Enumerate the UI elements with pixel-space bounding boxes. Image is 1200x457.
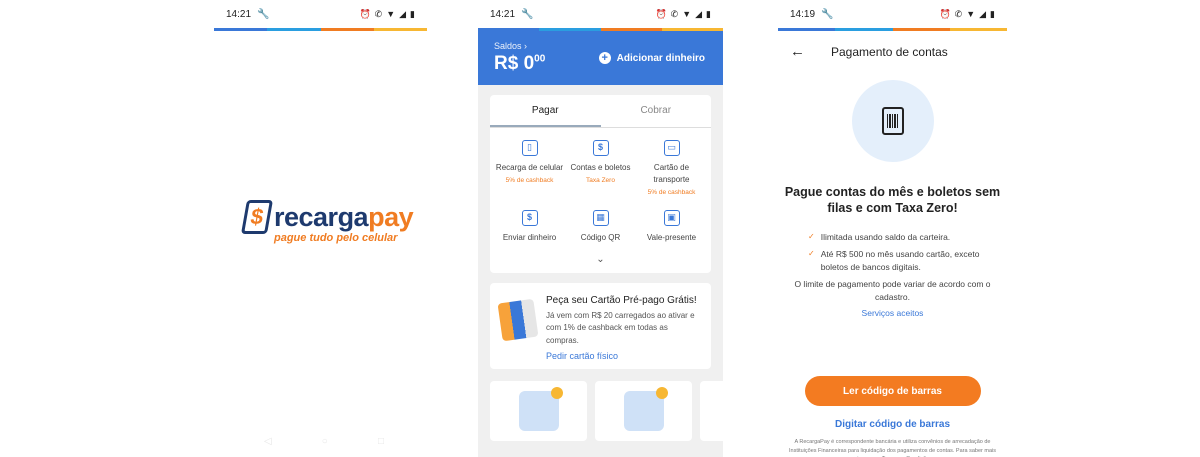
- add-money-label: Adicionar dinheiro: [616, 52, 705, 64]
- brand-stripe: [214, 28, 427, 31]
- person-coins-icon: [518, 386, 563, 431]
- limit-note: O limite de pagamento pode variar de aco…: [794, 279, 991, 303]
- services-card: Pagar Cobrar ▯ Recarga de celular 5% de …: [490, 95, 711, 273]
- status-bar: 14:21 🔧 ⏰ ✆ ▼ ◢ ▮: [478, 0, 723, 28]
- call-icon: ✆: [954, 8, 963, 19]
- recents-nav-icon[interactable]: □: [378, 436, 384, 447]
- check-icon: ✓: [808, 231, 815, 241]
- splash-screen: 14:21 🔧 ⏰ ✆ ▼ ◢ ▮ $ recargapay pague tudo pel…: [214, 0, 427, 457]
- page-title: Pagamento de contas: [831, 44, 948, 59]
- bill-icon: $: [592, 140, 609, 156]
- add-money-button[interactable]: + Adicionar dinheiro: [598, 52, 705, 64]
- barcode-hero: [851, 80, 934, 162]
- balance-label: Saldos ›: [494, 41, 528, 51]
- service-contas-boletos[interactable]: $ Contas e boletos Taxa Zero: [565, 138, 636, 208]
- phone-icon: ▯: [521, 140, 538, 156]
- service-recarga-celular[interactable]: ▯ Recarga de celular 5% de cashback: [494, 138, 565, 208]
- battery-icon: ▮: [706, 8, 711, 19]
- home-nav-icon[interactable]: ○: [322, 436, 328, 447]
- send-money-icon: $: [521, 209, 538, 226]
- service-vale-presente[interactable]: ▣ Vale-presente: [636, 208, 707, 254]
- benefit-list: ✓ Ilimitada usando saldo da carteira. ✓ At…: [808, 231, 1007, 275]
- wrench-icon: 🔧: [257, 8, 270, 20]
- chevron-down-icon[interactable]: ⌄: [490, 254, 711, 273]
- feature-tile-more[interactable]: [700, 380, 723, 441]
- battery-icon: ▮: [990, 8, 995, 19]
- home-screen: 14:21 🔧 ⏰ ✆ ▼ ◢ ▮ Saldos › R$ 000 + Adicionar…: [478, 0, 723, 457]
- qr-code-icon: ▦: [592, 209, 609, 226]
- signal-icon: ◢: [695, 8, 703, 19]
- promo-title: Peça seu Cartão Pré-pago Grátis!: [546, 294, 697, 306]
- balance-amount: R$ 000: [494, 53, 546, 74]
- battery-icon: ▮: [410, 8, 415, 19]
- tab-cobrar[interactable]: Cobrar: [601, 95, 712, 127]
- balance-header: Saldos › R$ 000 + Adicionar dinheiro: [478, 31, 723, 85]
- feature-tile-cashback[interactable]: [490, 380, 587, 441]
- legal-disclaimer: A RecargaPay é correspondente bancária e…: [789, 439, 996, 457]
- benefit-item: ✓ Ilimitada usando saldo da carteira.: [808, 231, 1007, 244]
- call-icon: ✆: [374, 8, 383, 19]
- call-icon: ✆: [670, 8, 679, 19]
- chevron-right-icon: ›: [524, 41, 528, 51]
- barcode-icon: [881, 107, 904, 135]
- wrench-icon: 🔧: [521, 8, 534, 20]
- tab-pagar[interactable]: Pagar: [490, 95, 601, 127]
- back-nav-icon[interactable]: ◁: [264, 436, 272, 447]
- feature-tile-transfer[interactable]: [595, 380, 692, 441]
- promo-body: Já vem com R$ 20 carregados ao ativar e …: [546, 310, 695, 345]
- brand-stripe: [478, 28, 723, 31]
- hero-heading: Pague contas do mês e boletos sem filas …: [784, 185, 1001, 216]
- order-card-link[interactable]: Pedir cartão físico: [546, 351, 701, 361]
- scan-barcode-button[interactable]: Ler código de barras: [804, 376, 981, 407]
- tab-bar: Pagar Cobrar: [490, 95, 711, 128]
- phone-transfer-icon: [623, 386, 668, 431]
- promo-card: Peça seu Cartão Pré-pago Grátis! Já vem …: [490, 282, 711, 369]
- coin-icon: [655, 386, 668, 399]
- service-enviar-dinheiro[interactable]: $ Enviar dinheiro: [494, 208, 565, 254]
- plus-circle-icon: +: [598, 52, 611, 64]
- status-time: 14:21: [226, 8, 252, 20]
- signal-icon: ◢: [979, 8, 987, 19]
- alarm-icon: ⏰: [359, 8, 371, 19]
- bus-icon: ▭: [663, 140, 680, 156]
- status-bar: 14:19 🔧 ⏰ ✆ ▼ ◢ ▮: [778, 0, 1007, 28]
- services-grid: ▯ Recarga de celular 5% de cashback $ Co…: [490, 128, 711, 254]
- app-logo: $ recargapay pague tudo pelo celular: [241, 200, 414, 244]
- status-bar: 14:21 🔧 ⏰ ✆ ▼ ◢ ▮: [214, 0, 427, 28]
- balance-block[interactable]: Saldos › R$ 000: [494, 41, 545, 75]
- type-barcode-link[interactable]: Digitar código de barras: [778, 419, 1007, 430]
- nav-bar: ◁ ○ □: [264, 436, 384, 447]
- status-icons: ⏰ ✆ ▼ ◢ ▮: [939, 9, 995, 20]
- gift-icon: ▣: [663, 209, 680, 226]
- wifi-icon: ▼: [682, 9, 692, 19]
- alarm-icon: ⏰: [655, 8, 667, 19]
- bill-payment-screen: 14:19 🔧 ⏰ ✆ ▼ ◢ ▮ ← Pagamento de contas Pague…: [778, 0, 1007, 457]
- cashback-label: 5% de cashback: [647, 189, 696, 196]
- check-icon: ✓: [808, 248, 815, 258]
- logo-tagline: pague tudo pelo celular: [274, 232, 398, 244]
- brand-stripe: [778, 28, 1007, 31]
- status-icons: ⏰ ✆ ▼ ◢ ▮: [359, 9, 415, 20]
- signal-icon: ◢: [399, 8, 407, 19]
- wifi-icon: ▼: [966, 9, 976, 19]
- logo-mark: $: [241, 200, 273, 234]
- coin-icon: [550, 386, 563, 399]
- service-codigo-qr[interactable]: ▦ Código QR: [565, 208, 636, 254]
- status-icons: ⏰ ✆ ▼ ◢ ▮: [655, 9, 711, 20]
- wrench-icon: 🔧: [821, 8, 834, 20]
- wifi-icon: ▼: [386, 9, 396, 19]
- logo-wordmark: recargapay: [274, 201, 414, 232]
- fee-label: Taxa Zero: [586, 177, 615, 184]
- accepted-services-link[interactable]: Serviços aceitos: [778, 308, 1007, 318]
- prepaid-card-image: [497, 298, 539, 342]
- cashback-label: 5% de cashback: [505, 177, 554, 184]
- back-arrow-icon[interactable]: ←: [790, 43, 805, 60]
- status-time: 14:21: [490, 8, 516, 20]
- alarm-icon: ⏰: [939, 8, 951, 19]
- service-cartao-transporte[interactable]: ▭ Cartão de transporte 5% de cashback: [636, 138, 707, 208]
- status-time: 14:19: [790, 8, 816, 20]
- benefit-item: ✓ Até R$ 500 no mês usando cartão, exceto…: [808, 248, 1007, 274]
- feature-tiles: [490, 380, 723, 441]
